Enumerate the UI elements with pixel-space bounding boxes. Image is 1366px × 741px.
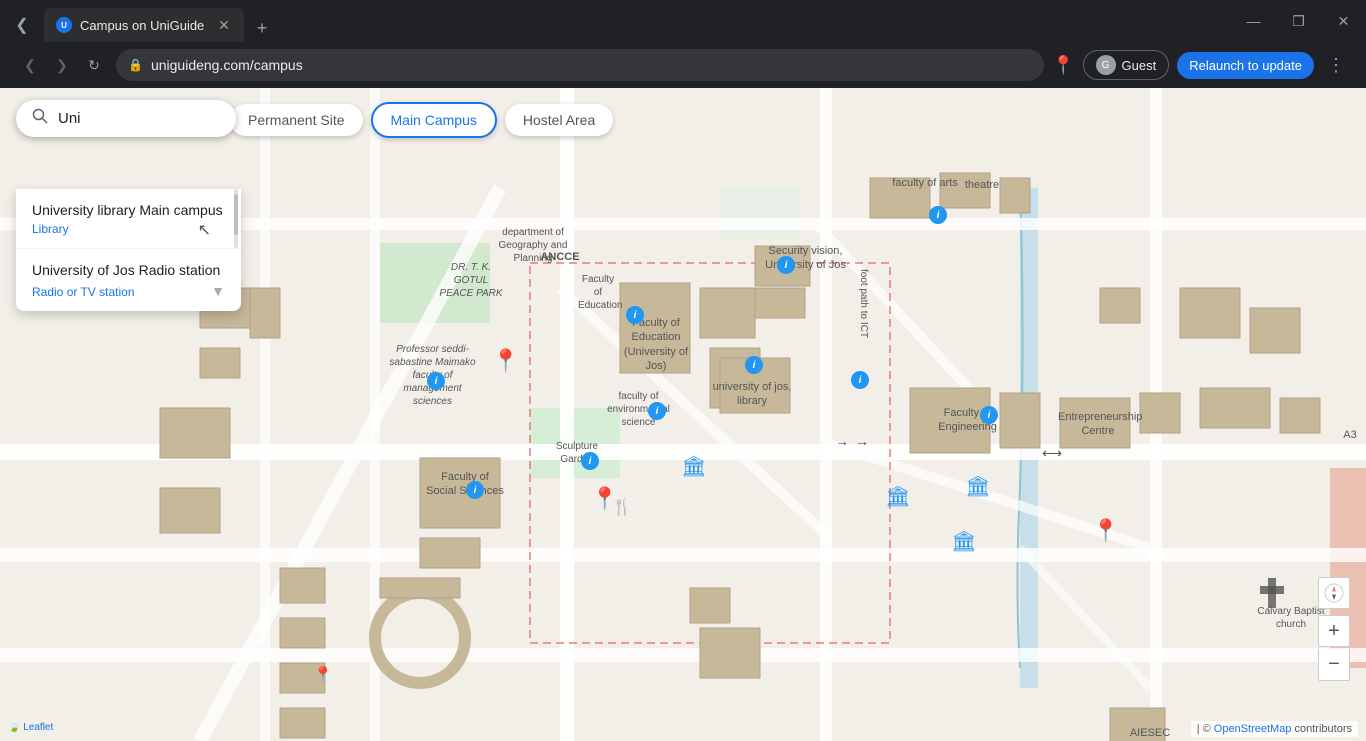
window-controls: — ❐ ✕ bbox=[1231, 0, 1366, 42]
marker-bottom-left[interactable]: 📍 bbox=[313, 665, 333, 685]
svg-text:U: U bbox=[61, 21, 67, 30]
permanent-site-button[interactable]: Permanent Site bbox=[230, 104, 363, 136]
tab-favicon: U bbox=[56, 17, 72, 33]
reload-button[interactable]: ↻ bbox=[80, 51, 108, 79]
svg-text:🍃 Leaflet: 🍃 Leaflet bbox=[8, 720, 53, 733]
url-bar[interactable]: 🔒 uniguideng.com/campus bbox=[116, 49, 1044, 81]
hostel-area-button[interactable]: Hostel Area bbox=[505, 104, 613, 136]
dropdown-item-radio-sub: Radio or TV station bbox=[32, 285, 135, 299]
marker-management[interactable]: 📍 bbox=[492, 348, 519, 374]
address-bar: ❮ ❯ ↻ 🔒 uniguideng.com/campus 📍 G Guest … bbox=[0, 42, 1366, 88]
label-social-sciences: Faculty of Social Sciences bbox=[425, 470, 505, 499]
info-btn-engineering[interactable]: i bbox=[980, 406, 998, 424]
svg-text:🏛: 🏛 bbox=[965, 475, 990, 498]
svg-text:→: → bbox=[835, 433, 849, 449]
info-btn-security[interactable]: i bbox=[777, 256, 795, 274]
label-faculty-ed-short: Faculty of Education bbox=[578, 273, 618, 312]
new-tab-button[interactable]: + bbox=[248, 14, 276, 42]
close-button[interactable]: ✕ bbox=[1321, 0, 1366, 42]
profile-button[interactable]: G Guest bbox=[1083, 50, 1170, 80]
active-tab[interactable]: U Campus on UniGuide ✕ bbox=[44, 8, 244, 42]
search-dropdown: University library Main campus Library ↖… bbox=[16, 189, 241, 311]
info-btn-arts[interactable]: i bbox=[929, 206, 947, 224]
tab-close-button[interactable]: ✕ bbox=[216, 17, 232, 33]
profile-avatar: G bbox=[1096, 55, 1116, 75]
info-btn-management[interactable]: i bbox=[427, 372, 445, 390]
info-btn-road[interactable]: i bbox=[851, 371, 869, 389]
browser-menu-button[interactable]: ⋮ bbox=[1322, 51, 1350, 79]
label-entrepreneurship: Entrepreneurship Centre bbox=[1058, 410, 1138, 439]
label-sculpture: Sculpture Garden bbox=[542, 440, 612, 466]
marker-right[interactable]: 📍 bbox=[1092, 518, 1119, 544]
svg-text:🏛: 🏛 bbox=[885, 485, 910, 508]
map-attribution: | © OpenStreetMap contributors bbox=[1191, 721, 1358, 737]
dropdown-item-radio-title: University of Jos Radio station bbox=[32, 261, 225, 279]
forward-button[interactable]: ❯ bbox=[48, 51, 76, 79]
zoom-out-button[interactable]: − bbox=[1318, 649, 1350, 681]
browser-chrome: ❮ U Campus on UniGuide ✕ + — ❐ ✕ ❮ ❯ ↻ bbox=[0, 0, 1366, 88]
relaunch-button[interactable]: Relaunch to update bbox=[1177, 52, 1314, 79]
label-env-science: faculty of environmental science bbox=[596, 390, 681, 429]
marker-campus[interactable]: 📍 bbox=[591, 486, 618, 512]
info-btn-env[interactable]: i bbox=[648, 402, 666, 420]
profile-label: Guest bbox=[1122, 58, 1157, 73]
info-btn-library[interactable]: i bbox=[745, 356, 763, 374]
label-aiesec: AIESEC house bbox=[1115, 726, 1185, 741]
search-input[interactable] bbox=[58, 110, 220, 127]
svg-text:🏛: 🏛 bbox=[681, 455, 706, 478]
zoom-in-button[interactable]: + bbox=[1318, 615, 1350, 647]
label-security: Security vision, University of Jos bbox=[763, 244, 848, 273]
svg-text:⟷: ⟷ bbox=[1042, 445, 1062, 461]
label-library: university of jos, library bbox=[712, 380, 792, 409]
info-btn-education[interactable]: i bbox=[626, 306, 644, 324]
nav-buttons: ❮ ❯ ↻ bbox=[16, 51, 108, 79]
label-faculty-education: Faculty of Education (University of Jos) bbox=[612, 316, 700, 373]
previous-tabs-button[interactable]: ❮ bbox=[8, 11, 36, 39]
svg-text:🏛: 🏛 bbox=[951, 530, 976, 553]
tab-title: Campus on UniGuide bbox=[80, 18, 208, 33]
maximize-button[interactable]: ❐ bbox=[1276, 0, 1321, 42]
back-button[interactable]: ❮ bbox=[16, 51, 44, 79]
label-peace-park: DR. T. K. GOTUL PEACE PARK bbox=[436, 261, 506, 300]
osm-link[interactable]: OpenStreetMap bbox=[1214, 723, 1292, 735]
zoom-controls: + − bbox=[1318, 577, 1350, 681]
dropdown-item-library[interactable]: University library Main campus Library ↖ bbox=[16, 189, 241, 249]
tab-strip: U Campus on UniGuide ✕ + bbox=[44, 8, 1358, 42]
map-container: → → ⟷ 🏛 🏛 🏛 🏛 🍴 A3 faculty of arts theat… bbox=[0, 88, 1366, 741]
svg-text:→: → bbox=[855, 433, 869, 449]
tab-bar: ❮ U Campus on UniGuide ✕ + — ❐ ✕ bbox=[0, 0, 1366, 42]
search-box: University library Main campus Library ↖… bbox=[16, 100, 236, 137]
info-btn-social[interactable]: i bbox=[466, 481, 484, 499]
dropdown-item-radio[interactable]: University of Jos Radio station Radio or… bbox=[16, 249, 241, 311]
dropdown-item-library-sub: Library bbox=[32, 222, 225, 236]
right-controls: 📍 G Guest Relaunch to update ⋮ bbox=[1052, 50, 1350, 80]
relaunch-label: Relaunch to update bbox=[1189, 58, 1302, 73]
info-btn-sculpture[interactable]: i bbox=[581, 452, 599, 470]
url-text: uniguideng.com/campus bbox=[151, 57, 1032, 73]
map-filter-buttons: Permanent Site Main Campus Hostel Area bbox=[230, 102, 613, 138]
label-foot-path: foot path to ICT bbox=[840, 263, 870, 343]
minimize-button[interactable]: — bbox=[1231, 0, 1276, 42]
search-input-wrap bbox=[16, 100, 236, 137]
main-campus-button[interactable]: Main Campus bbox=[371, 102, 497, 138]
label-calvary: Calvary Baptist church bbox=[1256, 605, 1326, 631]
compass-button[interactable] bbox=[1318, 577, 1350, 609]
label-theatre: theatre bbox=[952, 178, 1012, 192]
map-svg: → → ⟷ 🏛 🏛 🏛 🏛 🍴 A3 bbox=[0, 88, 1366, 741]
location-icon[interactable]: 📍 bbox=[1052, 55, 1074, 76]
security-icon: 🔒 bbox=[128, 58, 143, 72]
tab-left-controls: ❮ bbox=[8, 11, 36, 39]
label-ancce: ANCCE bbox=[535, 250, 585, 264]
leaflet-watermark: 🍃 Leaflet bbox=[8, 718, 68, 737]
svg-text:A3: A3 bbox=[1343, 429, 1356, 441]
dropdown-item-library-title: University library Main campus bbox=[32, 201, 225, 219]
search-icon bbox=[32, 108, 48, 129]
